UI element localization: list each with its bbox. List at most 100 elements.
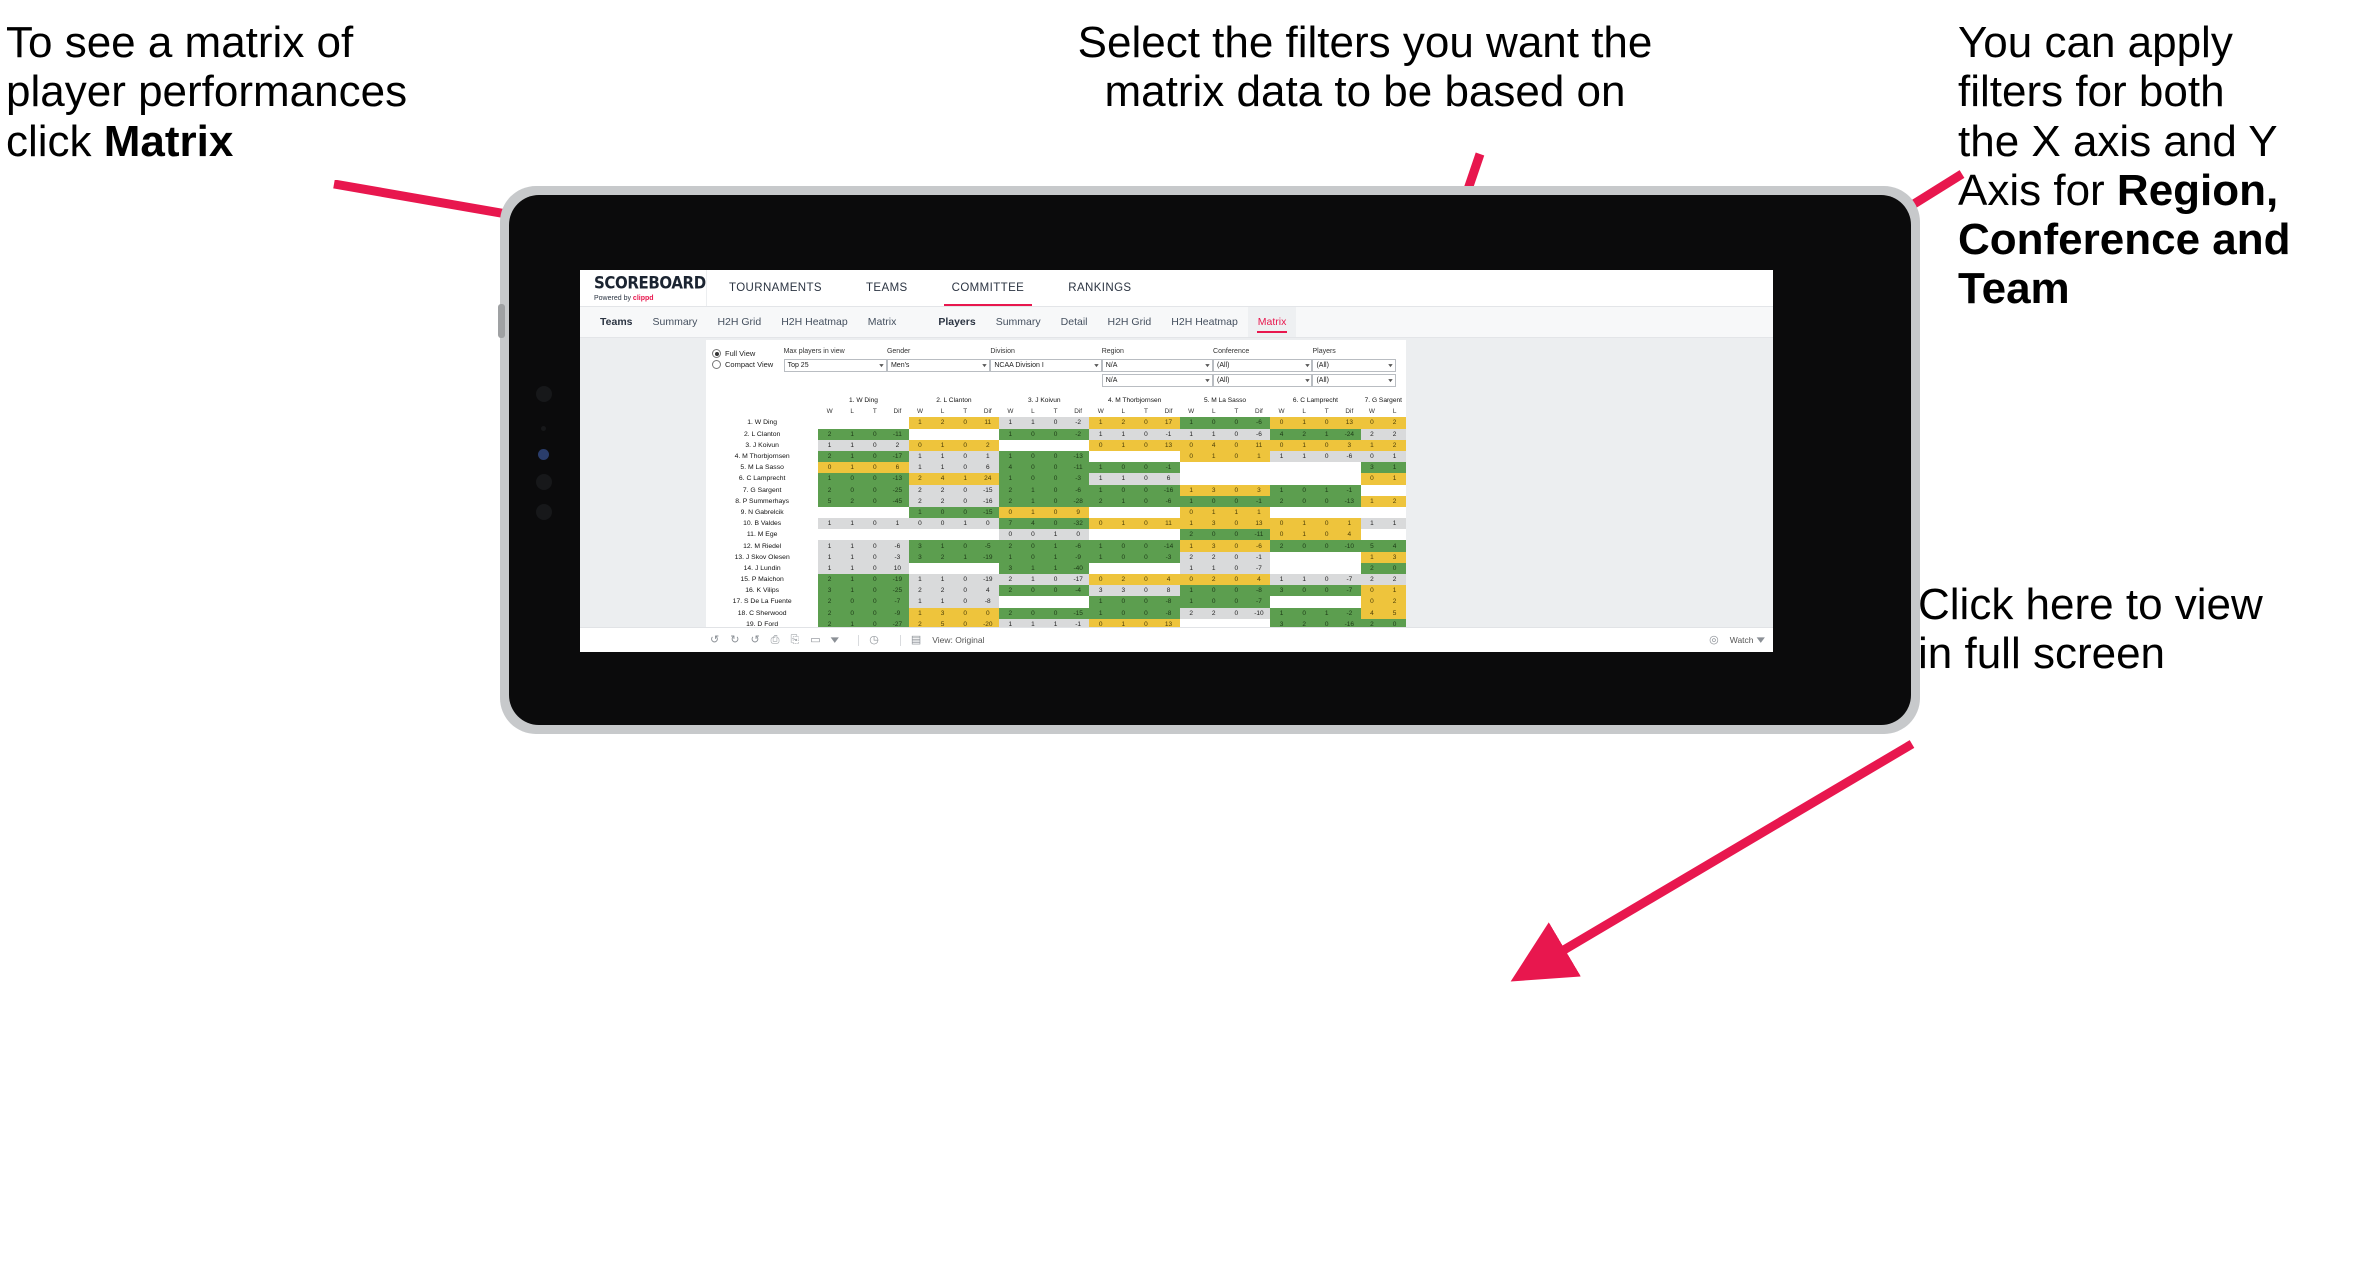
- matrix-cell[interactable]: 2: [931, 484, 954, 496]
- matrix-cell[interactable]: 3: [999, 562, 1022, 574]
- matrix-cell[interactable]: 1: [1225, 506, 1248, 519]
- select-region-x[interactable]: N/A ▼: [1101, 359, 1214, 372]
- matrix-cell[interactable]: 0: [1044, 574, 1067, 586]
- matrix-cell[interactable]: 0: [1225, 607, 1248, 619]
- matrix-cell[interactable]: 0: [1021, 462, 1045, 474]
- select-players-y[interactable]: (All) ▼: [1312, 374, 1396, 387]
- matrix-row-label[interactable]: 5. M La Sasso: [706, 462, 818, 473]
- matrix-cell[interactable]: 0: [1044, 607, 1067, 619]
- matrix-cell[interactable]: 0: [1360, 417, 1384, 429]
- matrix-cell[interactable]: 3: [908, 551, 932, 563]
- matrix-cell[interactable]: 1: [840, 574, 864, 586]
- matrix-cell[interactable]: 1: [840, 450, 864, 463]
- matrix-cell[interactable]: 1: [1179, 540, 1203, 552]
- matrix-cell[interactable]: -15: [976, 484, 1000, 496]
- matrix-cell[interactable]: -13: [886, 473, 909, 485]
- matrix-cell[interactable]: 0: [1225, 417, 1248, 429]
- matrix-cell[interactable]: 0: [1202, 585, 1226, 597]
- select-gender[interactable]: Men's ▼: [886, 359, 991, 372]
- matrix-cell[interactable]: 0: [953, 495, 977, 507]
- matrix-cell[interactable]: 1: [1360, 439, 1384, 451]
- matrix-cell[interactable]: 0: [1044, 428, 1067, 440]
- matrix-cell[interactable]: 0: [1225, 574, 1248, 586]
- matrix-cell[interactable]: -19: [886, 574, 909, 586]
- matrix-cell[interactable]: 24: [976, 473, 1000, 485]
- matrix-cell[interactable]: 0: [1225, 450, 1248, 463]
- nav-rankings[interactable]: RANKINGS: [1046, 270, 1153, 306]
- matrix-cell[interactable]: 1: [1383, 518, 1406, 530]
- matrix-cell[interactable]: 0: [1044, 473, 1067, 485]
- matrix-cell[interactable]: 0: [1021, 585, 1045, 597]
- matrix-cell[interactable]: 0: [1134, 596, 1158, 608]
- matrix-cell[interactable]: 0: [863, 551, 887, 563]
- matrix-cell[interactable]: 1: [1089, 462, 1113, 474]
- matrix-cell[interactable]: 0: [1089, 574, 1113, 586]
- matrix-cell[interactable]: 0: [1225, 428, 1248, 440]
- matrix-cell[interactable]: 4: [1021, 518, 1045, 530]
- matrix-cell[interactable]: 6: [886, 462, 909, 474]
- matrix-cell[interactable]: 3: [1112, 585, 1135, 597]
- matrix-cell[interactable]: 0: [1134, 518, 1158, 530]
- matrix-cell[interactable]: 1: [1202, 506, 1226, 519]
- matrix-cell[interactable]: 0: [1315, 495, 1339, 507]
- matrix-cell[interactable]: 0: [1270, 439, 1293, 451]
- matrix-row-label[interactable]: 11. M Ege: [706, 529, 818, 540]
- matrix-cell[interactable]: 0: [818, 462, 841, 474]
- matrix-cell[interactable]: 1: [1247, 450, 1271, 463]
- matrix-cell[interactable]: 0: [1179, 450, 1203, 463]
- matrix-cell[interactable]: 1: [1315, 484, 1339, 496]
- matrix-cell[interactable]: 1: [953, 551, 977, 563]
- matrix-cell[interactable]: 0: [840, 484, 864, 496]
- matrix-cell[interactable]: 2: [886, 439, 909, 451]
- matrix-cell[interactable]: 0: [1021, 428, 1045, 440]
- matrix-row-label[interactable]: 10. B Valdes: [706, 518, 818, 529]
- matrix-cell[interactable]: 1: [1270, 574, 1293, 586]
- matrix-cell[interactable]: 1: [1089, 473, 1113, 485]
- matrix-cell[interactable]: 1: [1338, 518, 1361, 530]
- matrix-cell[interactable]: -8: [1247, 585, 1271, 597]
- matrix-cell[interactable]: -5: [976, 540, 1000, 552]
- matrix-cell[interactable]: -19: [976, 574, 1000, 586]
- matrix-cell[interactable]: 3: [1089, 585, 1113, 597]
- matrix-cell[interactable]: 4: [976, 585, 1000, 597]
- matrix-cell[interactable]: 0: [1292, 540, 1316, 552]
- matrix-cell[interactable]: 0: [1112, 540, 1135, 552]
- matrix-cell[interactable]: 1: [1360, 518, 1384, 530]
- matrix-cell[interactable]: 0: [1225, 529, 1248, 541]
- radio-full-view[interactable]: Full View: [712, 348, 784, 359]
- matrix-cell[interactable]: 0: [1360, 596, 1384, 608]
- matrix-cell[interactable]: 2: [908, 495, 932, 507]
- history-icon[interactable]: ◷: [869, 634, 879, 646]
- matrix-cell[interactable]: 1: [1179, 495, 1203, 507]
- matrix-cell[interactable]: 1: [840, 518, 864, 530]
- matrix-cell[interactable]: -7: [1247, 562, 1271, 574]
- matrix-cell[interactable]: 3: [1247, 484, 1271, 496]
- matrix-cell[interactable]: -8: [976, 596, 1000, 608]
- matrix-cell[interactable]: 0: [863, 562, 887, 574]
- matrix-cell[interactable]: 1: [908, 462, 932, 474]
- matrix-cell[interactable]: 2: [1383, 439, 1406, 451]
- matrix-cell[interactable]: 2: [1292, 428, 1316, 440]
- matrix-row-label[interactable]: 12. M Riedel: [706, 540, 818, 551]
- matrix-cell[interactable]: 0: [1292, 585, 1316, 597]
- matrix-cell[interactable]: 1: [999, 417, 1022, 429]
- matrix-cell[interactable]: 0: [840, 596, 864, 608]
- matrix-cell[interactable]: -15: [1066, 607, 1090, 619]
- matrix-cell[interactable]: 0: [1134, 417, 1158, 429]
- matrix-cell[interactable]: 2: [818, 596, 841, 608]
- matrix-cell[interactable]: 0: [1134, 540, 1158, 552]
- matrix-cell[interactable]: -3: [1157, 551, 1180, 563]
- matrix-cell[interactable]: 2: [818, 574, 841, 586]
- matrix-cell[interactable]: 0: [1225, 484, 1248, 496]
- matrix-cell[interactable]: 2: [818, 450, 841, 463]
- matrix-cell[interactable]: 1: [840, 562, 864, 574]
- matrix-cell[interactable]: 1: [931, 540, 954, 552]
- matrix-cell[interactable]: -16: [1157, 484, 1180, 496]
- matrix-row-label[interactable]: 3. J Koivun: [706, 440, 818, 451]
- matrix-cell[interactable]: 0: [863, 462, 887, 474]
- matrix-cell[interactable]: 0: [1315, 439, 1339, 451]
- matrix-cell[interactable]: 0: [1134, 484, 1158, 496]
- matrix-cell[interactable]: 1: [1179, 518, 1203, 530]
- matrix-cell[interactable]: 11: [1247, 439, 1271, 451]
- matrix-cell[interactable]: 5: [818, 495, 841, 507]
